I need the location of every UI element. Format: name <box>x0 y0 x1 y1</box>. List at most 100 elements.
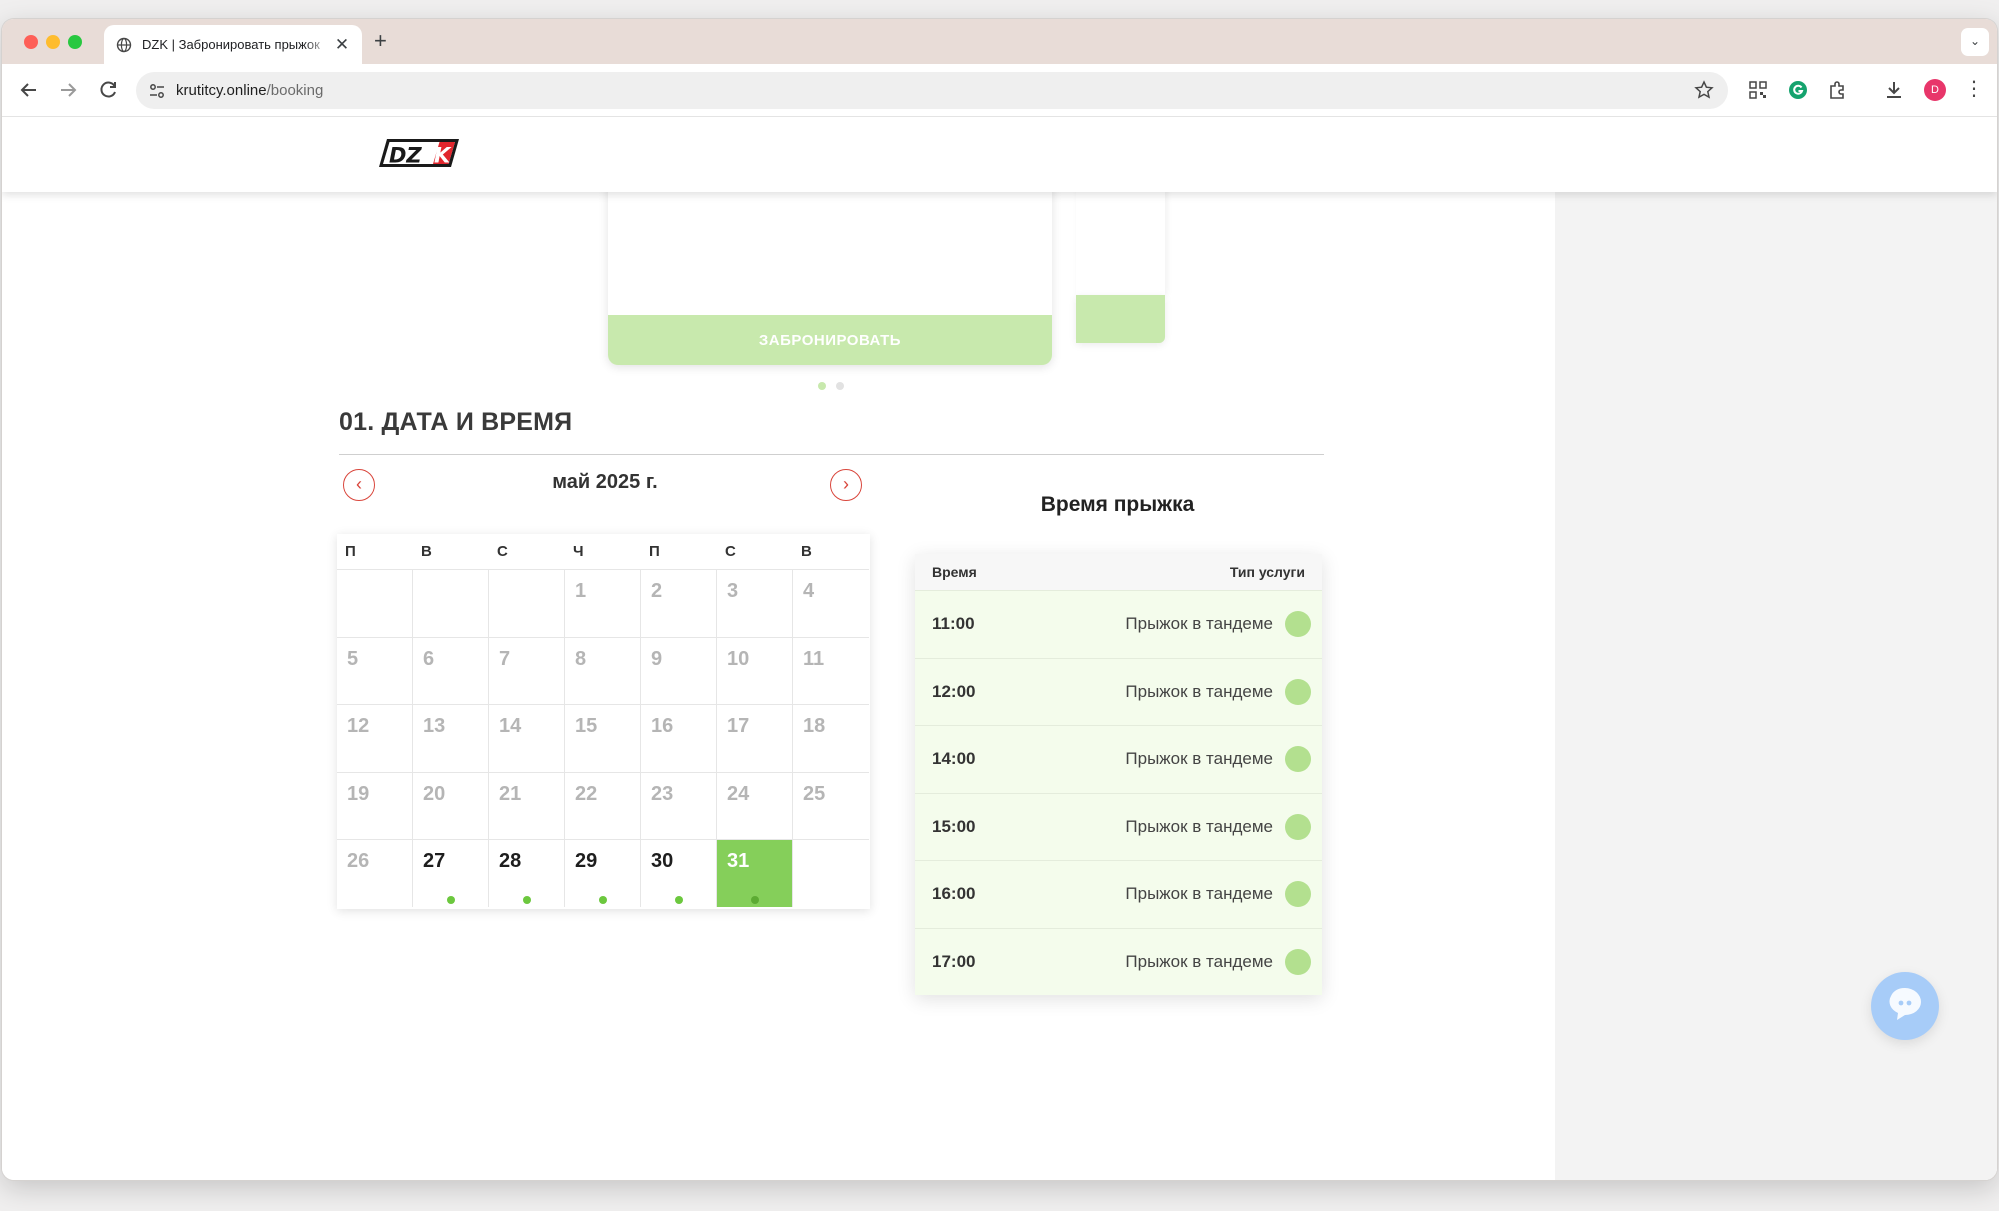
chat-button[interactable] <box>1871 972 1939 1040</box>
calendar-empty-cell <box>337 569 413 637</box>
slots-title: Время прыжка <box>1040 493 1195 516</box>
calendar-day-number: 12 <box>347 715 370 737</box>
slots-header: Время Тип услуги <box>915 554 1322 590</box>
minimize-window-button[interactable] <box>46 35 60 49</box>
calendar-day-number: 9 <box>651 647 663 670</box>
carousel-dot[interactable] <box>818 382 826 390</box>
calendar-day: 17 <box>717 704 793 772</box>
bookmark-star-icon[interactable] <box>1694 80 1714 100</box>
calendar-day-number: 31 <box>727 850 750 872</box>
time-slot-row[interactable]: 16:00 Прыжок в тандеме <box>915 860 1322 928</box>
product-card: ЗАБРОНИРОВАТЬ <box>608 173 1052 365</box>
calendar-day: 19 <box>337 771 413 839</box>
calendar-day-number: 19 <box>347 782 370 805</box>
calendar-day: 20 <box>413 771 489 839</box>
calendar-day: 14 <box>489 704 565 772</box>
time-slot-row[interactable]: 11:00 Прыжок в тандеме <box>915 590 1322 658</box>
time-slot-row[interactable]: 15:00 Прыжок в тандеме <box>915 792 1322 860</box>
calendar-weekday: П <box>649 543 660 560</box>
calendar-day: 24 <box>717 771 793 839</box>
carousel-dot[interactable] <box>836 382 844 390</box>
slot-select-indicator[interactable] <box>1285 881 1311 908</box>
calendar-weekday: С <box>725 543 736 560</box>
availability-dot <box>522 895 531 904</box>
chevron-left-icon: ‹ <box>356 474 362 494</box>
calendar-day-number: 3 <box>727 580 739 602</box>
grammarly-icon[interactable] <box>1787 79 1809 101</box>
slot-select-indicator[interactable] <box>1285 611 1311 638</box>
new-tab-button[interactable]: + <box>374 30 387 52</box>
dzk-logo[interactable]: DZ K <box>375 136 461 170</box>
calendar-day-number: 8 <box>575 647 587 670</box>
calendar-day-number: 11 <box>803 647 825 670</box>
calendar-weekday: В <box>801 543 812 560</box>
calendar-day: 8 <box>565 636 641 704</box>
slot-service-type: Прыжок в тандеме <box>1125 951 1273 971</box>
book-button[interactable]: ЗАБРОНИРОВАТЬ <box>608 315 1052 365</box>
url-host: krutitcy.online <box>176 82 267 99</box>
time-slot-row[interactable]: 17:00 Прыжок в тандеме <box>915 927 1322 995</box>
calendar-day[interactable]: 30 <box>641 839 717 907</box>
back-arrow-icon[interactable] <box>17 78 41 102</box>
book-button-next[interactable] <box>1076 295 1165 343</box>
availability-dot <box>750 895 759 904</box>
section-title: 01. ДАТА И ВРЕМЯ <box>339 408 573 436</box>
slot-select-indicator[interactable] <box>1285 746 1311 773</box>
next-month-button[interactable]: › <box>830 469 862 501</box>
reload-icon[interactable] <box>96 78 120 102</box>
calendar-day-number: 2 <box>651 580 663 602</box>
col-type-header: Тип услуги <box>1229 564 1305 580</box>
slot-select-indicator[interactable] <box>1285 813 1311 840</box>
slot-select-indicator[interactable] <box>1285 678 1311 705</box>
slot-select-indicator[interactable] <box>1285 948 1311 975</box>
calendar-empty-cell <box>489 569 565 637</box>
chevron-right-icon: › <box>843 474 849 494</box>
forward-arrow-icon[interactable] <box>56 78 80 102</box>
calendar-day: 26 <box>337 839 413 907</box>
calendar-day-number: 14 <box>499 715 522 737</box>
profile-avatar[interactable]: D <box>1924 79 1946 101</box>
calendar-empty-cell <box>413 569 489 637</box>
calendar-day-number: 16 <box>651 715 674 737</box>
slot-time: 12:00 <box>932 681 976 701</box>
time-slot-row[interactable]: 12:00 Прыжок в тандеме <box>915 657 1322 725</box>
calendar-weekday: Ч <box>573 543 584 560</box>
slot-service-type: Прыжок в тандеме <box>1125 614 1273 634</box>
calendar-day: 9 <box>641 636 717 704</box>
calendar-day: 1 <box>565 569 641 637</box>
browser-tab[interactable]: DZK | Забронировать прыжок ✕ <box>104 25 362 64</box>
globe-icon <box>116 37 132 52</box>
availability-dot <box>598 895 607 904</box>
qr-code-icon[interactable] <box>1747 79 1769 101</box>
calendar-day-number: 13 <box>423 715 446 737</box>
close-window-button[interactable] <box>24 35 38 49</box>
slot-service-type: Прыжок в тандеме <box>1125 681 1273 701</box>
calendar-day[interactable]: 29 <box>565 839 641 907</box>
chat-icon <box>1889 987 1921 1020</box>
calendar-weekday: В <box>421 543 432 560</box>
calendar-weekday: П <box>345 543 356 560</box>
more-menu-icon[interactable]: ⋮ <box>1964 75 1984 103</box>
calendar-day-number: 15 <box>575 715 598 737</box>
time-slot-row[interactable]: 14:00 Прыжок в тандеме <box>915 725 1322 793</box>
site-header: DZ K <box>2 117 1997 192</box>
extensions-puzzle-icon[interactable] <box>1827 79 1849 101</box>
address-bar[interactable]: krutitcy.online /booking <box>136 72 1728 109</box>
download-icon[interactable] <box>1883 79 1905 101</box>
close-icon[interactable]: ✕ <box>332 35 352 54</box>
calendar-day-number: 6 <box>423 647 435 670</box>
prev-month-button[interactable]: ‹ <box>343 469 375 501</box>
calendar-day[interactable]: 28 <box>489 839 565 907</box>
slot-time: 16:00 <box>932 884 976 904</box>
calendar-day[interactable]: 27 <box>413 839 489 907</box>
chevron-down-icon[interactable]: ⌄ <box>1961 28 1989 56</box>
calendar-day-number: 1 <box>575 580 587 602</box>
site-settings-icon[interactable] <box>148 82 166 100</box>
calendar-day-selected[interactable]: 31 <box>717 839 793 907</box>
calendar-day-number: 18 <box>803 715 826 737</box>
maximize-window-button[interactable] <box>68 35 82 49</box>
svg-text:K: K <box>434 144 452 168</box>
calendar-day: 5 <box>337 636 413 704</box>
calendar-day-number: 7 <box>499 647 511 670</box>
tab-strip: DZK | Забронировать прыжок ✕ + ⌄ <box>2 19 1997 64</box>
